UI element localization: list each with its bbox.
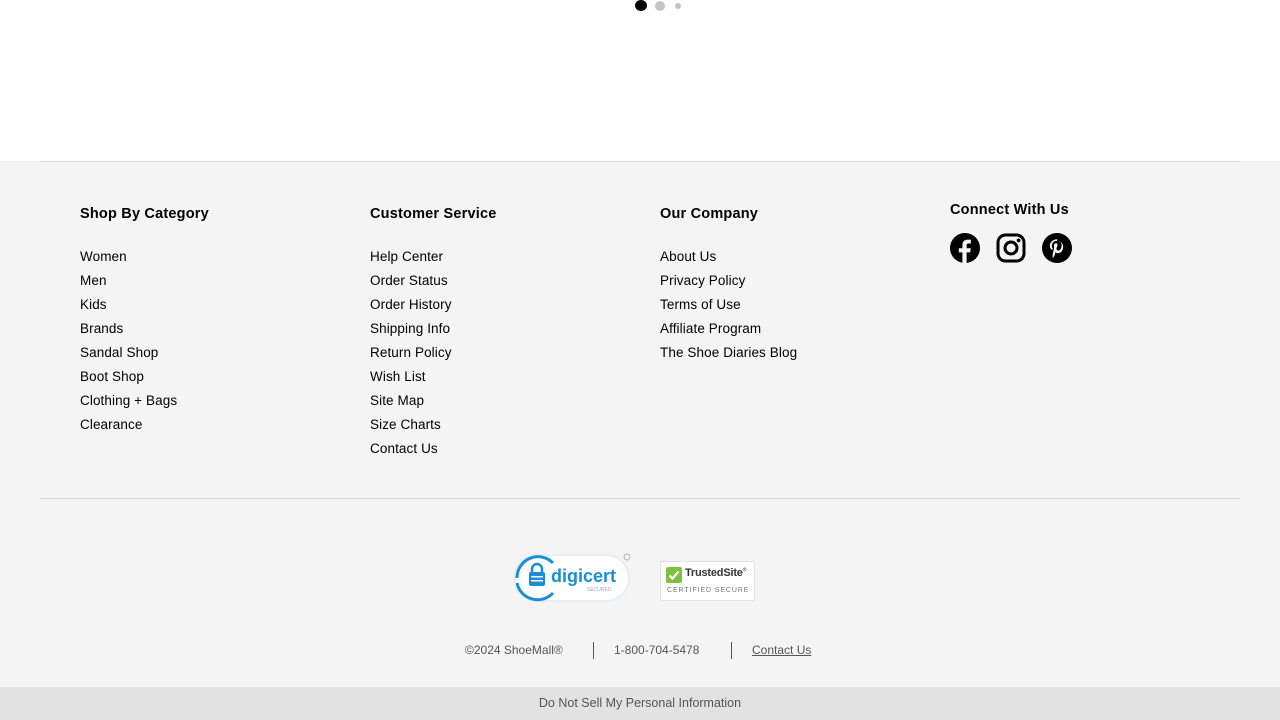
checkmark-icon bbox=[666, 567, 682, 583]
link-order-history[interactable]: Order History bbox=[370, 297, 452, 312]
list-item: Contact Us bbox=[370, 437, 497, 461]
link-return-policy[interactable]: Return Policy bbox=[370, 345, 452, 360]
link-women[interactable]: Women bbox=[80, 249, 127, 264]
list-item: Size Charts bbox=[370, 413, 497, 437]
shop-by-category-column: Shop By Category Women Men Kids Brands S… bbox=[80, 205, 209, 437]
list-item: Help Center bbox=[370, 245, 497, 269]
our-company-list: About Us Privacy Policy Terms of Use Aff… bbox=[660, 245, 797, 365]
link-kids[interactable]: Kids bbox=[80, 297, 107, 312]
list-item: Women bbox=[80, 245, 209, 269]
digicert-sub: SECURED bbox=[587, 587, 612, 593]
link-sandal-shop[interactable]: Sandal Shop bbox=[80, 345, 158, 360]
link-terms-of-use[interactable]: Terms of Use bbox=[660, 297, 741, 312]
our-company-heading: Our Company bbox=[660, 206, 759, 222]
link-help-center[interactable]: Help Center bbox=[370, 249, 443, 264]
list-item: Return Policy bbox=[370, 341, 497, 365]
facebook-icon[interactable] bbox=[950, 233, 980, 263]
link-wish-list[interactable]: Wish List bbox=[370, 369, 426, 384]
phone-number[interactable]: 1-800-704-5478 bbox=[614, 641, 699, 659]
connect-heading: Connect With Us bbox=[950, 202, 1069, 218]
customer-service-heading: Customer Service bbox=[370, 206, 497, 222]
digicert-secured-badge[interactable]: digicert SECURED bbox=[513, 553, 631, 603]
list-item: Clearance bbox=[80, 413, 209, 437]
site-footer: Shop By Category Women Men Kids Brands S… bbox=[0, 161, 1280, 687]
footer-mid-divider bbox=[40, 498, 1240, 499]
list-item: Order History bbox=[370, 293, 497, 317]
list-item: The Shoe Diaries Blog bbox=[660, 341, 797, 365]
security-badges: digicert SECURED TrustedSite® CERTIFIED … bbox=[0, 551, 1280, 603]
list-item: Terms of Use bbox=[660, 293, 797, 317]
trustedsite-name: TrustedSite® bbox=[685, 567, 747, 579]
instagram-icon[interactable] bbox=[996, 233, 1026, 263]
list-item: Sandal Shop bbox=[80, 341, 209, 365]
customer-service-column: Customer Service Help Center Order Statu… bbox=[370, 205, 497, 461]
trustedsite-badge[interactable]: TrustedSite® CERTIFIED SECURE bbox=[660, 561, 755, 601]
link-size-charts[interactable]: Size Charts bbox=[370, 417, 441, 432]
link-affiliate-program[interactable]: Affiliate Program bbox=[660, 321, 761, 336]
customer-service-list: Help Center Order Status Order History S… bbox=[370, 245, 497, 461]
digicert-name: digicert bbox=[551, 566, 616, 586]
link-men[interactable]: Men bbox=[80, 273, 107, 288]
link-boot-shop[interactable]: Boot Shop bbox=[80, 369, 144, 384]
shop-by-category-heading: Shop By Category bbox=[80, 206, 209, 222]
list-item: Men bbox=[80, 269, 209, 293]
footer-top-divider bbox=[40, 161, 1240, 162]
link-brands[interactable]: Brands bbox=[80, 321, 123, 336]
social-links bbox=[950, 233, 1072, 263]
pinterest-icon[interactable] bbox=[1042, 233, 1072, 263]
link-shipping-info[interactable]: Shipping Info bbox=[370, 321, 450, 336]
connect-column: Connect With Us bbox=[950, 201, 1072, 263]
link-contact-us[interactable]: Contact Us bbox=[370, 441, 438, 456]
list-item: Affiliate Program bbox=[660, 317, 797, 341]
do-not-sell-link[interactable]: Do Not Sell My Personal Information bbox=[539, 696, 741, 710]
link-order-status[interactable]: Order Status bbox=[370, 273, 448, 288]
legal-bar: ©2024 ShoeMall® 1-800-704-5478 Contact U… bbox=[0, 641, 1280, 659]
carousel-pagination bbox=[0, 0, 1280, 12]
link-site-map[interactable]: Site Map bbox=[370, 393, 424, 408]
link-clearance[interactable]: Clearance bbox=[80, 417, 142, 432]
copyright-text: ©2024 ShoeMall® bbox=[465, 643, 563, 657]
list-item: About Us bbox=[660, 245, 797, 269]
our-company-column: Our Company About Us Privacy Policy Term… bbox=[660, 205, 797, 365]
legal-separator bbox=[593, 642, 594, 659]
list-item: Wish List bbox=[370, 365, 497, 389]
shop-by-category-list: Women Men Kids Brands Sandal Shop Boot S… bbox=[80, 245, 209, 437]
link-privacy-policy[interactable]: Privacy Policy bbox=[660, 273, 745, 288]
list-item: Boot Shop bbox=[80, 365, 209, 389]
carousel-dot-3[interactable] bbox=[675, 3, 681, 9]
carousel-dot-2[interactable] bbox=[655, 1, 665, 11]
list-item: Site Map bbox=[370, 389, 497, 413]
carousel-dot-1[interactable] bbox=[635, 0, 647, 11]
list-item: Privacy Policy bbox=[660, 269, 797, 293]
legal-separator bbox=[731, 642, 732, 659]
contact-us-link[interactable]: Contact Us bbox=[752, 641, 811, 659]
trustedsite-sub: CERTIFIED SECURE bbox=[667, 587, 750, 594]
link-about-us[interactable]: About Us bbox=[660, 249, 716, 264]
list-item: Order Status bbox=[370, 269, 497, 293]
list-item: Brands bbox=[80, 317, 209, 341]
link-shoe-diaries-blog[interactable]: The Shoe Diaries Blog bbox=[660, 345, 797, 360]
do-not-sell-bar: Do Not Sell My Personal Information bbox=[0, 687, 1280, 720]
link-clothing-bags[interactable]: Clothing + Bags bbox=[80, 393, 177, 408]
list-item: Shipping Info bbox=[370, 317, 497, 341]
list-item: Clothing + Bags bbox=[80, 389, 209, 413]
list-item: Kids bbox=[80, 293, 209, 317]
